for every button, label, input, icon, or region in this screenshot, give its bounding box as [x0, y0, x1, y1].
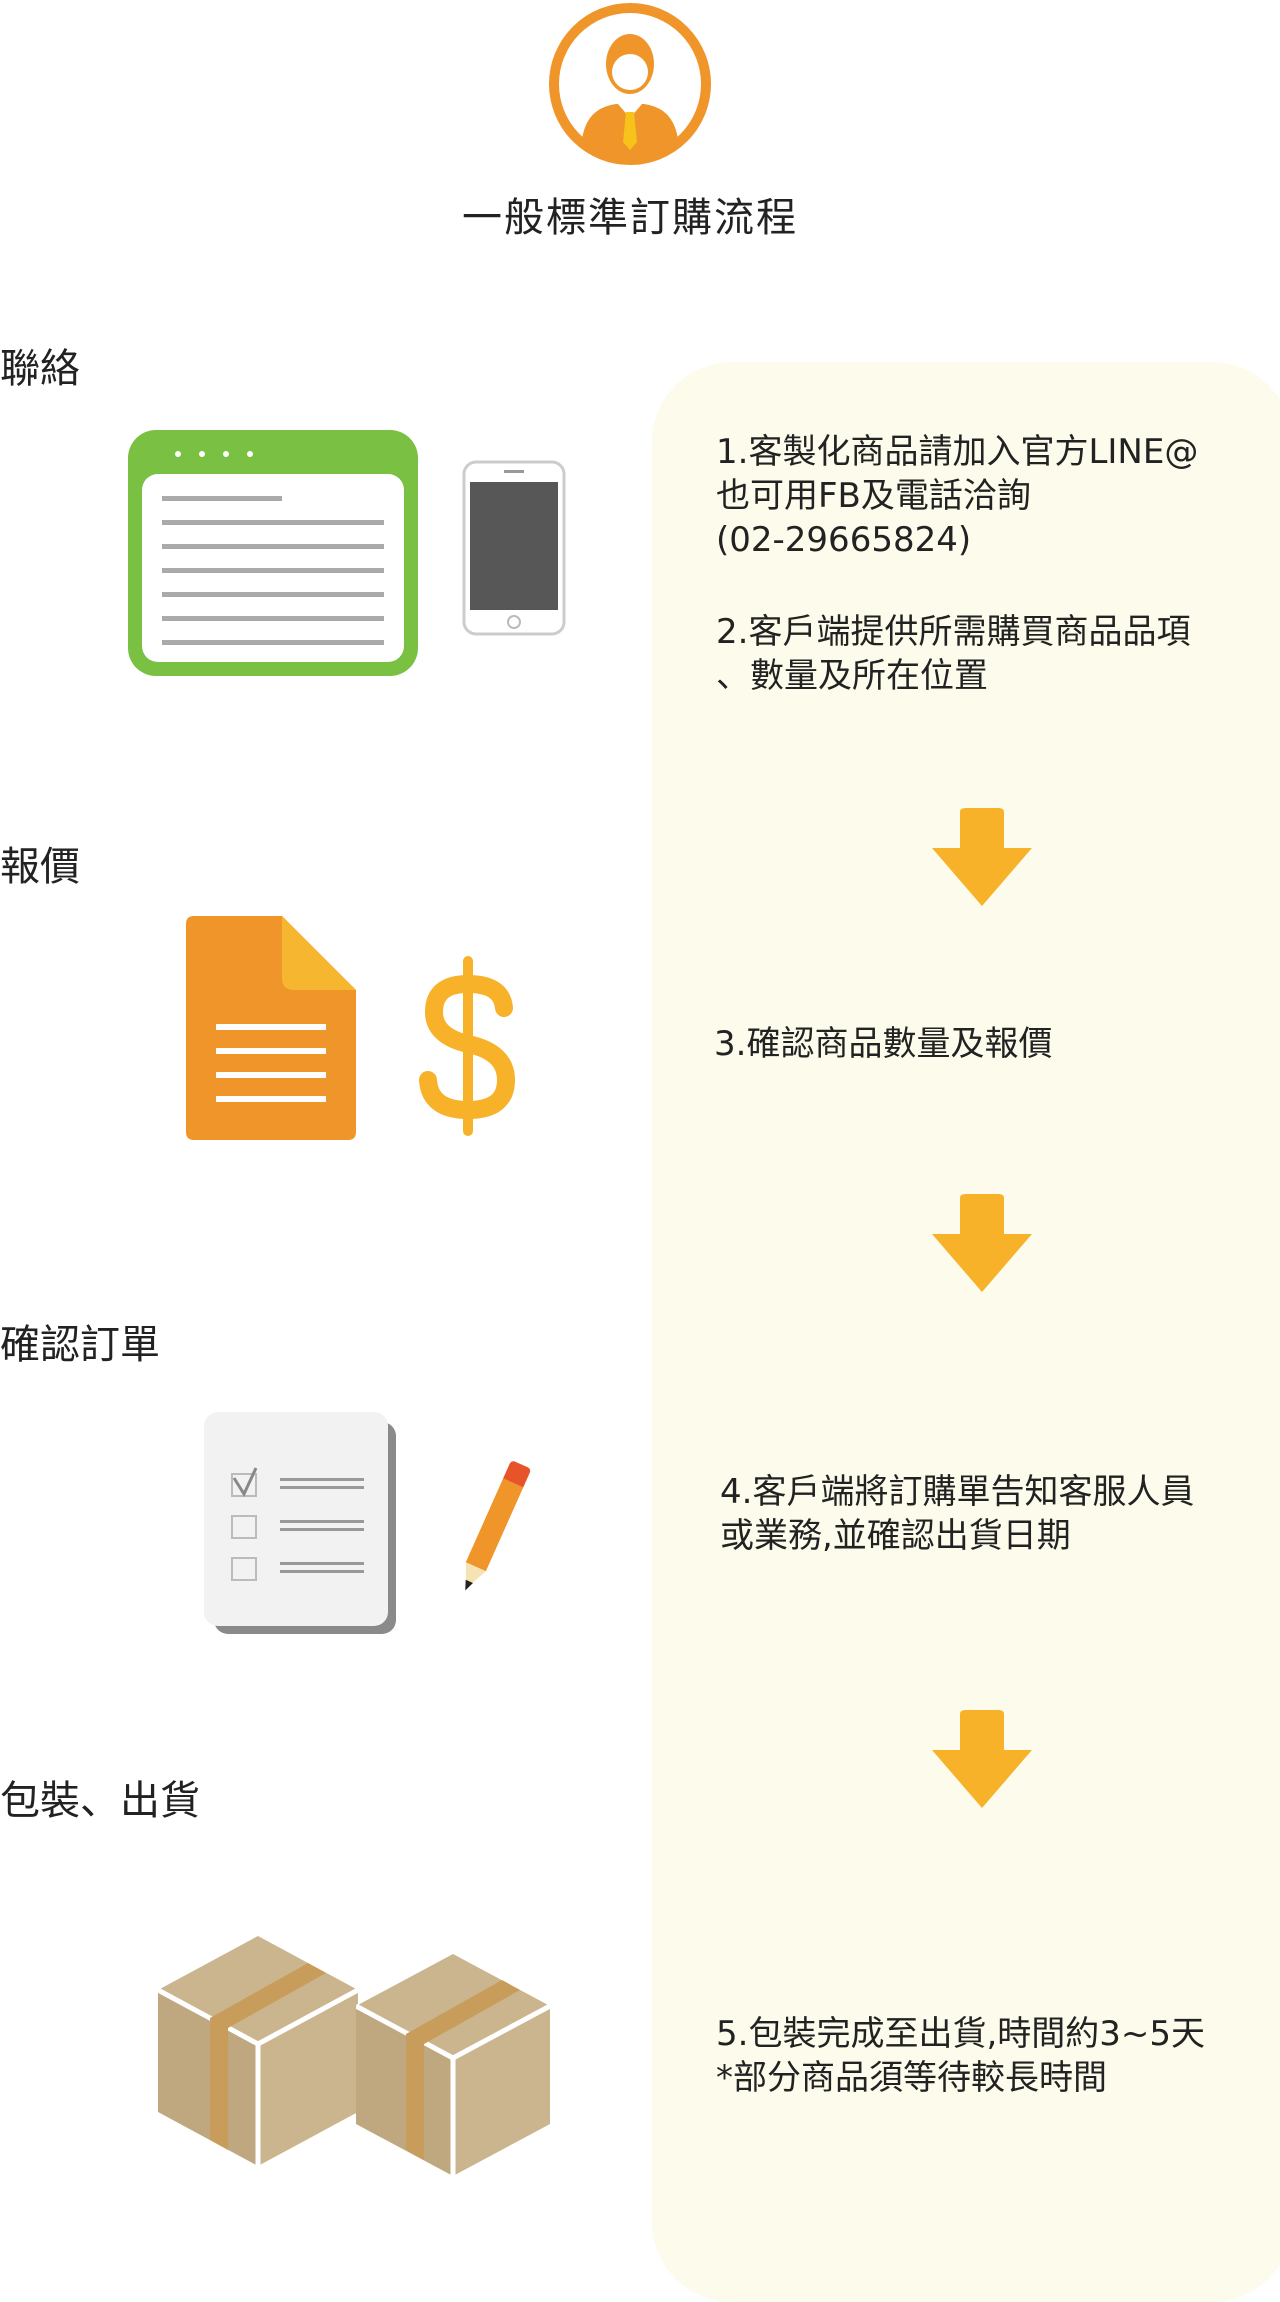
- box-icon: [356, 1954, 550, 2176]
- checklist-icon: [204, 1412, 396, 1634]
- note-step-5: 5.包裝完成至出貨,時間約3~5天 *部分商品須等待較長時間: [716, 2014, 1205, 2098]
- step-label-quote: 報價: [0, 844, 80, 890]
- businessman-icon: [546, 0, 714, 168]
- step-label-pack-ship: 包裝、出貨: [0, 1778, 200, 1824]
- pencil-icon: [452, 1452, 532, 1604]
- arrow-down-icon: [932, 1194, 1032, 1294]
- note-step-1: 1.客製化商品請加入官方LINE@ 也可用FB及電話洽詢 (02-2966582…: [716, 432, 1199, 560]
- smartphone-icon: [462, 460, 566, 636]
- box-icon: [158, 1936, 358, 2166]
- arrow-down-icon: [932, 808, 1032, 908]
- step-label-contact: 聯絡: [0, 346, 80, 392]
- document-icon: [186, 916, 356, 1140]
- dollar-icon: [416, 956, 520, 1136]
- arrow-down-icon: [932, 1710, 1032, 1810]
- browser-window-icon: [128, 430, 418, 676]
- note-step-2: 2.客戶端提供所需購買商品品項 、數量及所在位置: [716, 612, 1191, 696]
- page-title: 一般標準訂購流程: [462, 195, 798, 241]
- note-step-4: 4.客戶端將訂購單告知客服人員 或業務,並確認出貨日期: [720, 1472, 1195, 1556]
- step-label-confirm-order: 確認訂單: [0, 1322, 160, 1368]
- note-step-3: 3.確認商品數量及報價: [714, 1024, 1053, 1064]
